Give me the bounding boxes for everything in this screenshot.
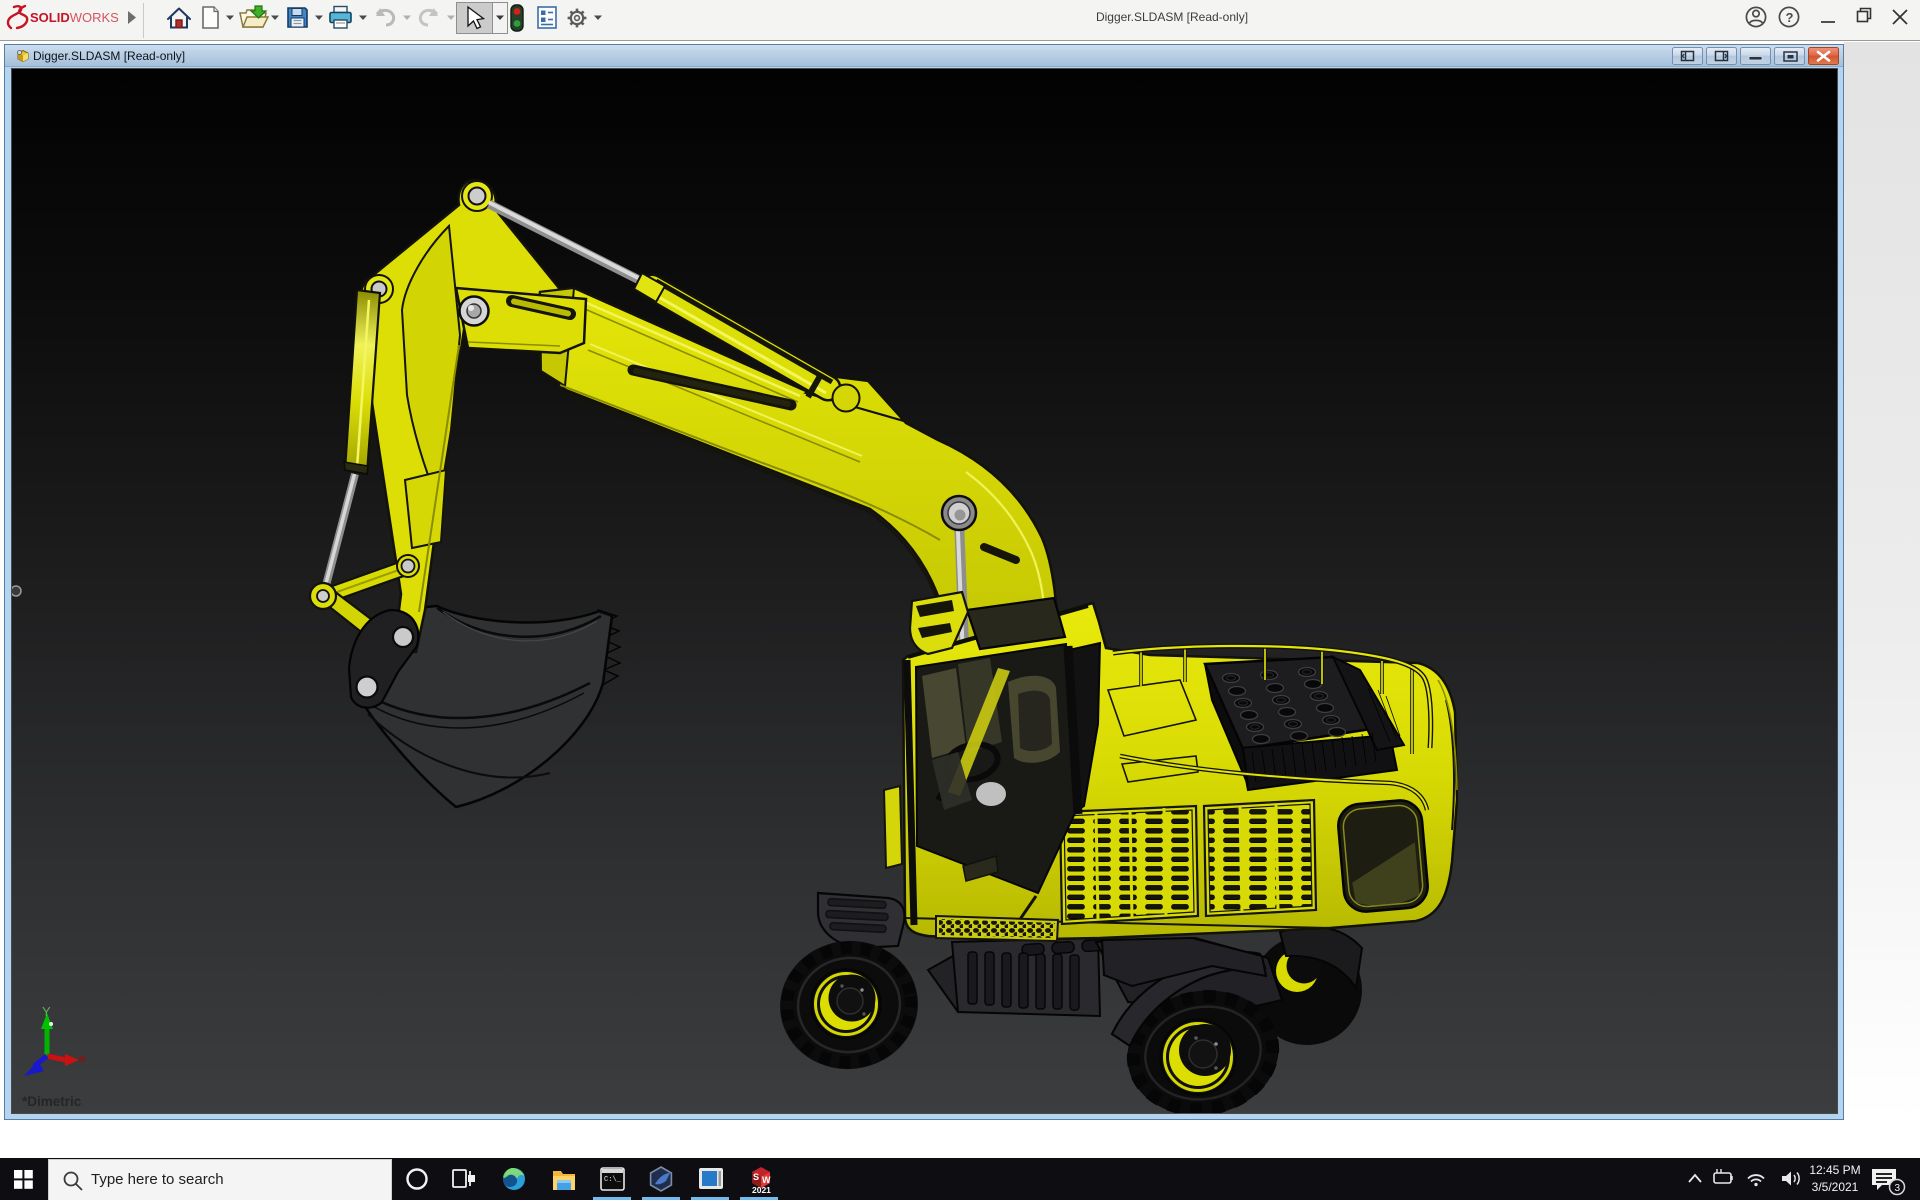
svg-text:3: 3 (1895, 1183, 1901, 1194)
svg-text:S: S (753, 1172, 759, 1182)
svg-text:*Dimetric: *Dimetric (22, 1094, 82, 1109)
svg-text:2021: 2021 (752, 1185, 771, 1195)
svg-text:SOLIDWORKS: SOLIDWORKS (30, 10, 119, 25)
svg-text:Y: Y (42, 1004, 51, 1019)
svg-text:?: ? (1786, 10, 1794, 25)
svg-text:C:\_: C:\_ (604, 1176, 622, 1184)
svg-text:W: W (762, 1175, 771, 1185)
